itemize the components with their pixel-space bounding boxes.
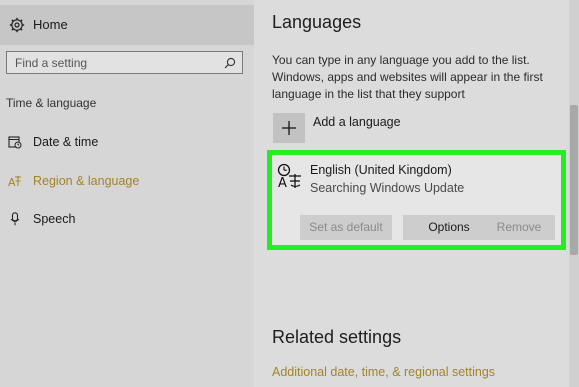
search-input[interactable]: Find a setting — [6, 51, 243, 74]
add-language-button[interactable] — [273, 113, 305, 143]
sidebar-item-label: Date & time — [33, 135, 99, 149]
languages-description: You can type in any language you add to … — [272, 53, 543, 101]
language-card[interactable]: A English (United Kingdom) Searching Win… — [267, 150, 566, 250]
microphone-icon — [10, 212, 20, 226]
additional-settings-link[interactable]: Additional date, time, & regional settin… — [272, 365, 495, 379]
plus-icon — [282, 121, 296, 135]
scrollbar-thumb[interactable] — [570, 105, 578, 255]
sidebar-item-region-language[interactable]: A Region & language — [0, 170, 254, 194]
search-placeholder: Find a setting — [15, 56, 88, 70]
language-icon: A — [277, 163, 301, 189]
set-as-default-button[interactable]: Set as default — [300, 215, 392, 240]
add-language-label[interactable]: Add a language — [313, 115, 401, 129]
svg-text:A: A — [8, 176, 16, 188]
search-icon — [224, 57, 236, 69]
sidebar-item-label: Speech — [33, 212, 76, 226]
sidebar-item-label: Region & language — [33, 174, 140, 188]
gear-icon — [9, 17, 25, 33]
sidebar: Home Find a setting Time & language Date… — [0, 0, 254, 387]
home-button[interactable]: Home — [0, 5, 254, 45]
calendar-clock-icon — [8, 136, 22, 149]
page-title: Languages — [272, 12, 362, 32]
main-content: Languages You can type in any language y… — [254, 0, 579, 387]
section-title: Time & language — [6, 96, 97, 110]
remove-button[interactable]: Remove — [483, 215, 555, 240]
svg-text:A: A — [278, 176, 287, 189]
home-label: Home — [33, 17, 68, 32]
language-name: English (United Kingdom) — [310, 163, 452, 177]
language-status: Searching Windows Update — [310, 181, 465, 195]
language-icon: A — [8, 176, 21, 188]
related-settings-title: Related settings — [272, 327, 402, 347]
options-button[interactable]: Options — [403, 215, 495, 240]
scrollbar[interactable] — [569, 0, 579, 387]
sidebar-item-speech[interactable]: Speech — [0, 208, 254, 232]
sidebar-item-date-time[interactable]: Date & time — [0, 131, 254, 155]
